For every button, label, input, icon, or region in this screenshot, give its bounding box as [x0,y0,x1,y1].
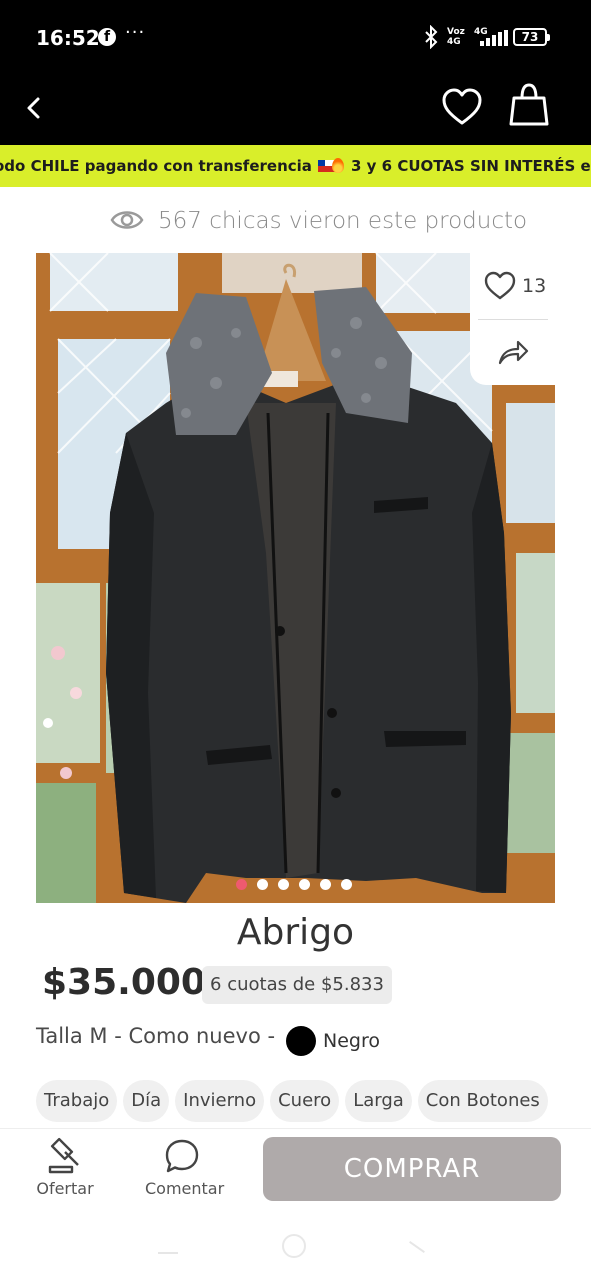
gavel-icon [48,1137,79,1174]
pager-dot[interactable] [299,879,310,890]
pager-dot[interactable] [257,879,268,890]
buy-button[interactable]: COMPRAR [263,1137,561,1201]
system-nav-bar [0,1210,591,1280]
app-header [0,74,591,145]
like-heart-icon[interactable] [484,271,516,301]
nav-home-gesture[interactable] [282,1234,306,1258]
favorite-heart-icon[interactable] [440,86,484,130]
offer-button[interactable]: Ofertar [36,1137,94,1198]
eye-icon [110,211,144,229]
more-notifications-icon: ··· [125,22,146,43]
status-time: 16:52 [36,26,100,50]
product-tag[interactable]: Día [123,1080,170,1122]
promo-text-transfer: odo CHILE pagando con transferencia [0,157,336,175]
views-text: 567 chicas vieron este producto [158,208,528,234]
pager-dot[interactable] [236,879,247,890]
pager-dot[interactable] [320,879,331,890]
views-counter: 567 chicas vieron este producto [0,200,591,244]
product-tag[interactable]: Con Botones [417,1080,548,1122]
like-count: 13 [522,275,547,297]
photo-actions-card: 13 [470,253,556,385]
product-tag[interactable]: Cuero [270,1080,340,1122]
shopping-bag-icon[interactable] [508,82,550,128]
product-tag[interactable]: Invierno [175,1080,265,1122]
divider [478,319,548,320]
nav-menu-gesture[interactable] [158,1252,178,1254]
product-tag[interactable]: Larga [345,1080,412,1122]
comment-button[interactable]: Comentar [145,1137,224,1198]
promo-ticker: odo CHILE pagando con transferencia 3 y … [0,145,591,187]
offer-label: Ofertar [36,1179,94,1198]
fire-icon [332,158,344,173]
signal-icon [480,30,508,46]
nav-back-gesture[interactable] [409,1241,425,1253]
tag-list: Trabajo Día Invierno Cuero Larga Con Botones [36,1080,576,1124]
bluetooth-icon [425,25,438,49]
comment-label: Comentar [145,1179,225,1198]
image-pager [236,875,362,890]
product-title: Abrigo [236,912,355,953]
pager-dot[interactable] [341,879,352,890]
network-label-4g-a: 4G [447,37,461,47]
network-label-voz: Voz [447,27,465,37]
share-arrow-icon[interactable] [496,337,530,367]
product-price: $35.000 [42,962,206,1003]
product-tag[interactable]: Trabajo [36,1080,118,1122]
facebook-icon: f [98,28,116,46]
bottom-action-bar: Ofertar Comentar COMPRAR [0,1128,591,1210]
installments-badge: 6 cuotas de $5.833 [202,966,392,1004]
battery-indicator: 73 [513,28,550,46]
color-name: Negro [323,1030,380,1052]
product-attributes: Talla M - Como nuevo - [36,1024,276,1048]
pager-dot[interactable] [278,879,289,890]
chat-bubble-icon [165,1139,199,1173]
promo-text-installments: 3 y 6 CUOTAS SIN INTERÉS en TODO [332,157,591,175]
back-chevron-icon[interactable] [20,88,50,128]
status-bar: 16:52 f ··· Voz 4G 4G 73 [0,0,591,74]
color-swatch [286,1026,316,1056]
